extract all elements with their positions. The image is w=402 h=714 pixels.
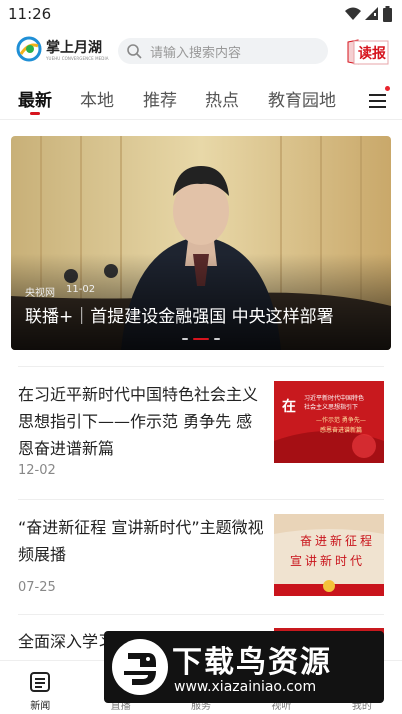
news-date: 07-25 xyxy=(18,580,56,595)
banner-title: 联播+｜首提建设金融强国 中央这样部署 xyxy=(25,307,334,327)
thumb-text-line1: 奋进新征程 xyxy=(300,534,376,548)
yuehu-logo-icon xyxy=(16,36,42,62)
logo-title: 掌上月湖 xyxy=(46,40,102,56)
thumb-text-line4: 感恩奋进谱新篇 xyxy=(320,427,363,434)
bird-logo-icon xyxy=(112,639,168,695)
svg-text:在: 在 xyxy=(282,398,296,415)
news-item[interactable]: “奋进新征程 宣讲新时代”主题微视频展播 07-25 奋进新征程 宣讲新时代 xyxy=(18,514,384,604)
carousel-dot-active[interactable] xyxy=(193,338,209,340)
news-item[interactable]: 在习近平新时代中国特色社会主义思想指引下——作示范 勇争先 感恩奋进谱新篇 12… xyxy=(18,381,384,483)
thumb-text-line2: 社会主义思想指引下 xyxy=(304,404,359,411)
tab-latest[interactable]: 最新 xyxy=(18,86,52,111)
read-label: 读报 xyxy=(358,46,386,62)
battery-icon xyxy=(383,6,392,22)
nav-label: 新闻 xyxy=(30,701,51,712)
divider xyxy=(18,499,384,500)
carousel-dot[interactable] xyxy=(214,338,220,340)
news-thumbnail: 奋进新征程 宣讲新时代 xyxy=(274,514,384,596)
news-title: 在习近平新时代中国特色社会主义思想指引下——作示范 勇争先 感恩奋进谱新篇 xyxy=(18,385,259,458)
logo-subtitle: YUEHU CONVERGENCE MEDIA xyxy=(46,56,109,61)
watermark-overlay: 下载鸟资源 www.xiazainiao.com xyxy=(104,631,384,703)
watermark-url: www.xiazainiao.com xyxy=(174,679,317,695)
wifi-icon xyxy=(345,7,361,20)
banner-source: 央视网 xyxy=(25,288,55,299)
search-placeholder: 请输入搜索内容 xyxy=(150,45,242,61)
menu-notification-dot xyxy=(385,86,390,91)
news-title: “奋进新征程 宣讲新时代”主题微视频展播 xyxy=(18,518,264,564)
divider xyxy=(18,366,384,367)
tab-recommended[interactable]: 推荐 xyxy=(143,86,177,111)
status-time: 11:26 xyxy=(8,5,52,23)
search-icon xyxy=(127,44,142,59)
active-tab-indicator xyxy=(30,112,40,115)
news-thumbnail: 在 习近平新时代中国特色 社会主义思想指引下 —作示范 勇争先— 感恩奋进谱新篇 xyxy=(274,381,384,463)
app-header: 掌上月湖 YUEHU CONVERGENCE MEDIA 请输入搜索内容 读报 xyxy=(0,28,402,74)
banner-date: 11-02 xyxy=(66,284,96,295)
status-icons xyxy=(345,6,392,22)
carousel-dot[interactable] xyxy=(182,338,188,340)
channel-menu-button[interactable] xyxy=(364,86,392,114)
category-tabs: 最新 本地 推荐 热点 教育园地 xyxy=(0,80,402,120)
banner-carousel[interactable]: 央视网 11-02 联播+｜首提建设金融强国 中央这样部署 xyxy=(11,136,391,350)
signal-icon xyxy=(365,7,378,20)
thumb-text-line1: 习近平新时代中国特色 xyxy=(304,395,365,402)
news-icon xyxy=(30,672,51,692)
tab-local[interactable]: 本地 xyxy=(80,86,114,111)
tab-hot[interactable]: 热点 xyxy=(205,86,239,111)
thumb-text-line3: —作示范 勇争先— xyxy=(316,417,366,424)
search-input[interactable]: 请输入搜索内容 xyxy=(118,38,328,64)
watermark-title: 下载鸟资源 xyxy=(172,645,332,680)
status-bar: 11:26 xyxy=(0,0,402,28)
carousel-dots xyxy=(11,338,391,342)
read-newspaper-button[interactable]: 读报 xyxy=(344,38,390,66)
app-logo[interactable]: 掌上月湖 YUEHU CONVERGENCE MEDIA xyxy=(16,36,112,66)
news-date: 12-02 xyxy=(18,463,56,478)
thumb-text-line2: 宣讲新时代 xyxy=(290,554,366,568)
nav-item-news[interactable]: 新闻 xyxy=(0,661,80,714)
tab-education[interactable]: 教育园地 xyxy=(268,86,336,111)
divider xyxy=(18,614,384,615)
